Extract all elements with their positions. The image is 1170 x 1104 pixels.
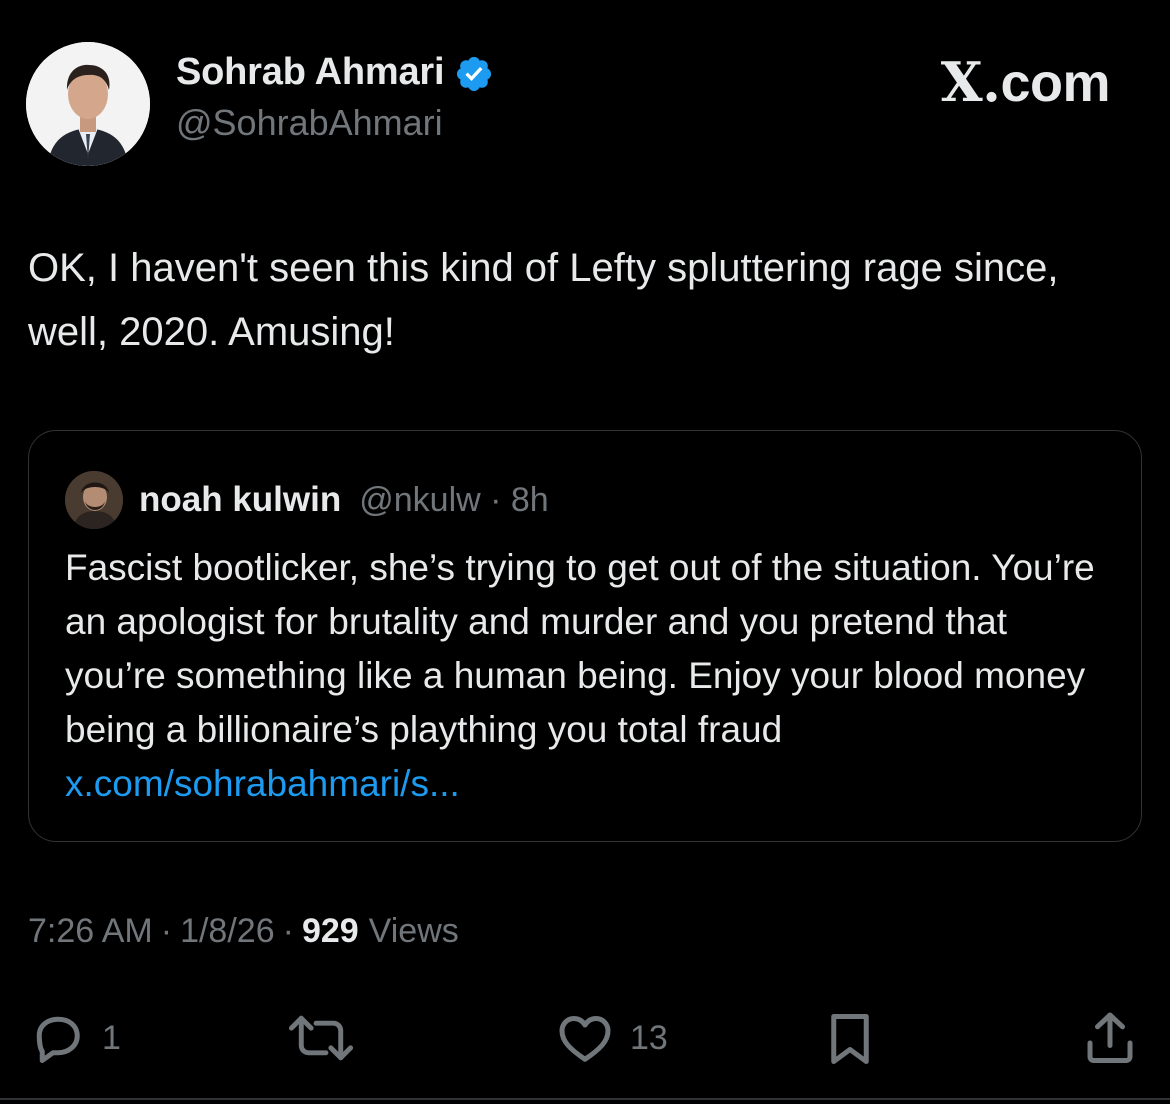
bookmark-button[interactable] [820,1008,880,1070]
meta-separator: · [160,912,173,950]
brand-suffix: com [1000,53,1110,113]
meta-separator: · [282,912,294,950]
author-display-name[interactable]: Sohrab Ahmari [176,51,445,94]
bookmark-icon [820,1008,880,1070]
quoted-tweet-card[interactable]: noah kulwin @nkulw · 8h Fascist bootlick… [28,430,1142,842]
reply-button[interactable]: 1 [28,1008,121,1068]
author-handle[interactable]: @SohrabAhmari [176,102,494,144]
tweet-meta: 7:26 AM · 1/8/26 · 929 Views [28,912,459,951]
verified-badge-icon [454,54,494,94]
quoted-tweet-link[interactable]: x.com/sohrabahmari/s... [65,763,460,804]
brand-watermark: X.com [940,50,1111,114]
share-icon [1080,1008,1140,1068]
author-names: Sohrab Ahmari @SohrabAhmari [176,50,494,144]
tweet-time[interactable]: 7:26 AM [28,912,153,951]
like-icon [554,1008,616,1068]
brand-prefix: X. [940,50,1001,114]
views-count: 929 [301,912,359,950]
tweet-actions-bar: 1 13 [0,1000,1170,1080]
tweet-date[interactable]: 1/8/26 [180,912,275,951]
quoted-tweet-header: noah kulwin @nkulw · 8h [65,471,549,529]
repost-icon [284,1008,358,1068]
quoted-tweet-body: Fascist bootlicker, she’s trying to get … [65,547,1095,750]
quoted-author-name[interactable]: noah kulwin [139,480,341,520]
views-label: Views [368,912,459,950]
like-button[interactable]: 13 [554,1008,668,1068]
repost-button[interactable] [284,1008,358,1068]
share-button[interactable] [1080,1008,1140,1068]
reply-count: 1 [102,1018,121,1057]
bottom-divider [0,1098,1170,1100]
author-avatar[interactable] [26,42,150,166]
like-count: 13 [630,1018,668,1057]
quoted-author-handle-time: @nkulw · 8h [359,480,549,519]
reply-icon [28,1008,88,1068]
quoted-tweet-text: Fascist bootlicker, she’s trying to get … [65,541,1115,811]
tweet-text: OK, I haven't seen this kind of Lefty sp… [28,246,1059,354]
tweet-header: Sohrab Ahmari @SohrabAhmari X.com [26,38,1144,166]
quoted-author-avatar [65,471,123,529]
